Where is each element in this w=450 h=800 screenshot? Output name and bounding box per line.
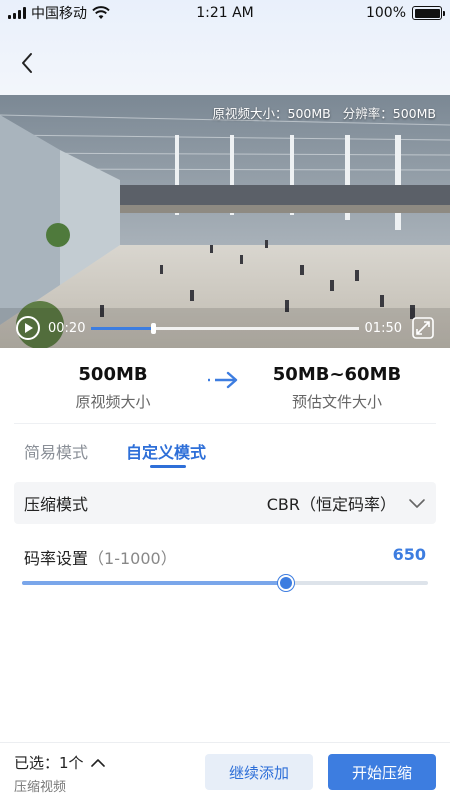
bitrate-label: 码率设置（1-1000） [24,545,177,569]
bitrate-range: （1-1000） [88,549,177,568]
size-comparison: 500MB 原视频大小 50MB~60MB 预估文件大小 [0,348,450,423]
play-button[interactable] [16,316,40,340]
status-right: 100% [365,5,445,21]
compression-mode-select[interactable]: 压缩模式 CBR（恒定码率） [14,482,436,524]
video-progress-bar[interactable] [91,322,359,334]
carrier-name: 中国移动 [31,6,87,22]
tab-active-indicator [150,465,186,468]
chevron-left-icon [22,53,32,73]
arrow-right-icon [208,371,238,389]
video-progress-fill [91,326,153,330]
compression-mode-label: 压缩模式 [24,495,89,514]
selected-count-toggle[interactable]: 已选：1个 [14,752,106,773]
signal-icon [8,7,26,19]
back-button[interactable] [14,50,40,76]
status-left: 中国移动 [8,3,110,23]
bitrate-slider[interactable] [22,575,428,591]
tab-custom-mode[interactable]: 自定义模式 [126,439,206,463]
selected-count: 已选：1个 [14,754,84,772]
chevron-up-icon [90,758,105,767]
fullscreen-icon[interactable] [412,317,434,339]
estimated-size-value: 50MB~60MB [272,364,402,385]
video-info: 原视频大小：500MB 分辨率：500MB [213,103,436,122]
bitrate-label-text: 码率设置 [24,549,89,568]
original-size: 500MB 原视频大小 [58,364,168,412]
resolution-info: 分辨率：500MB [342,106,436,121]
tab-simple-mode[interactable]: 简易模式 [24,439,88,463]
bitrate-slider-fill [22,581,286,585]
original-size-value: 500MB [78,364,148,385]
duration: 01:50 [364,320,402,336]
original-size-info: 原视频大小：500MB [212,106,331,121]
chevron-down-icon [409,499,425,508]
video-progress-thumb[interactable] [150,322,156,334]
battery-percent: 100% [365,5,406,21]
estimated-size-label: 预估文件大小 [291,393,382,411]
bitrate-value: 650 [392,545,426,564]
video-preview[interactable]: 原视频大小：500MB 分辨率：500MB 00:20 01:50 [0,95,450,348]
bottom-bar: 已选：1个 压缩视频 继续添加 开始压缩 [0,742,450,800]
bitrate-slider-thumb[interactable] [277,575,294,591]
start-compress-button[interactable]: 开始压缩 [328,754,436,790]
estimated-size: 50MB~60MB 预估文件大小 [262,364,412,412]
current-time: 00:20 [48,320,86,336]
compression-mode-value: CBR（恒定码率） [266,495,396,514]
mode-tabs: 简易模式 自定义模式 [0,424,450,476]
video-controls: 00:20 01:50 [0,308,450,348]
wifi-icon [92,6,110,19]
status-bar: 中国移动 1:21 AM 100% [0,0,450,26]
continue-add-button[interactable]: 继续添加 [205,754,313,790]
original-size-label: 原视频大小 [75,393,151,411]
compress-video-label: 压缩视频 [14,780,67,795]
battery-icon [412,6,445,20]
